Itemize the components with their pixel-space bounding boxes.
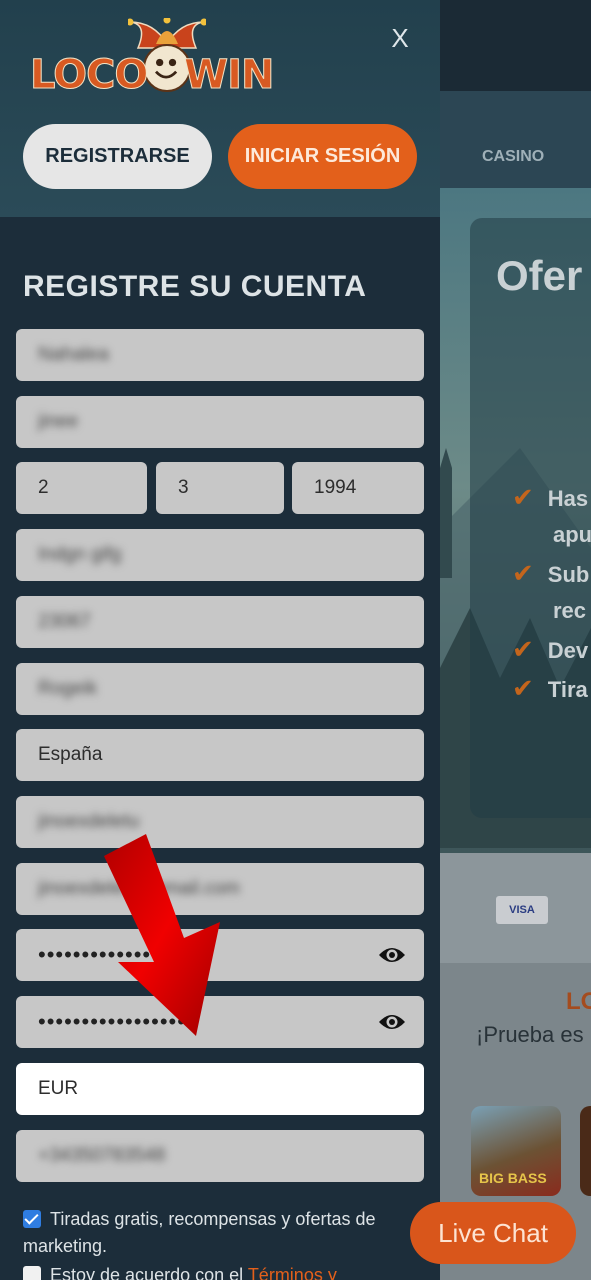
offer-title: Ofer	[496, 252, 583, 299]
offer-bullet-cont: apu	[553, 522, 591, 547]
drawer-header: LOCO WIN X REGISTRARSE INICIAR SESIÓN	[0, 0, 440, 217]
currency-field[interactable]: EUR	[16, 1063, 424, 1115]
close-drawer-button[interactable]: X	[386, 22, 414, 54]
offer-bullet: ✔ Dev	[512, 634, 589, 664]
postal-code-field[interactable]: 23067	[16, 596, 424, 648]
offer-bullet-cont: rec	[553, 598, 587, 623]
offer-bullet: ✔ Tira	[512, 673, 588, 703]
marketing-checkbox[interactable]	[23, 1210, 41, 1228]
first-name-field[interactable]: Nahalea	[16, 329, 424, 381]
game-thumbnail[interactable]	[580, 1106, 591, 1196]
dob-month-field[interactable]: 3	[156, 462, 284, 514]
terms-link[interactable]: Términos y	[248, 1265, 337, 1280]
offer-card	[470, 218, 591, 818]
phone-field[interactable]: +34350783548	[16, 1130, 424, 1182]
dob-day-field[interactable]: 2	[16, 462, 147, 514]
register-button[interactable]: REGISTRARSE	[23, 124, 212, 189]
red-arrow-annotation	[104, 834, 220, 1036]
promo-title: LO	[566, 988, 591, 1015]
check-icon: ✔	[512, 634, 534, 664]
check-icon: ✔	[512, 673, 534, 703]
check-icon: ✔	[512, 558, 534, 588]
promo-subtitle: ¡Prueba es	[476, 1022, 584, 1047]
terms-consent[interactable]: Estoy de acuerdo con el Términos y	[23, 1262, 403, 1280]
country-field[interactable]: España	[16, 729, 424, 781]
locowin-logo[interactable]: LOCO WIN	[29, 18, 275, 99]
dob-year-field[interactable]: 1994	[292, 462, 424, 514]
game-thumbnail[interactable]: BIG BASS	[471, 1106, 561, 1196]
marketing-consent[interactable]: Tiradas gratis, recompensas y ofertas de…	[23, 1206, 403, 1260]
check-icon: ✔	[512, 482, 534, 512]
nav-casino-label[interactable]: CASINO	[482, 148, 544, 166]
visa-card-icon: VISA	[496, 896, 548, 924]
last-name-field[interactable]: jinee	[16, 396, 424, 448]
form-title: REGISTRE SU CUENTA	[23, 270, 367, 303]
background-header: LOC	[440, 0, 591, 91]
background-nav: CASINO	[440, 91, 591, 188]
show-password-eye-icon[interactable]	[378, 943, 406, 967]
terms-checkbox[interactable]	[23, 1266, 41, 1280]
login-button[interactable]: INICIAR SESIÓN	[228, 124, 417, 189]
game-title: BIG BASS	[479, 1170, 547, 1186]
registration-drawer: LOCO WIN X REGISTRARSE INICIAR SESIÓN RE…	[0, 0, 440, 1280]
offer-bullet: ✔ Has	[512, 482, 589, 512]
offer-bullet: ✔ Sub	[512, 558, 590, 588]
show-password-eye-icon[interactable]	[378, 1010, 406, 1034]
live-chat-button[interactable]: Live Chat	[410, 1202, 576, 1264]
address-field[interactable]: Indgn gifg	[16, 529, 424, 581]
city-field[interactable]: Rogeik	[16, 663, 424, 715]
